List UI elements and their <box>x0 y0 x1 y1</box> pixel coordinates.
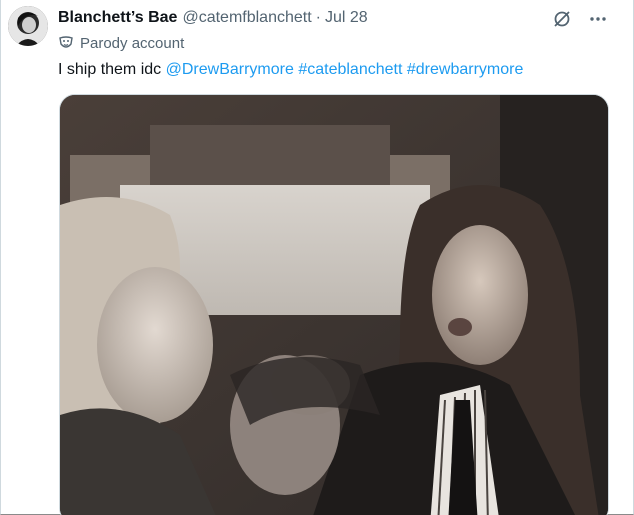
separator: · <box>315 9 321 26</box>
tweet-text: I ship them idc @DrewBarrymore #cateblan… <box>58 59 523 81</box>
user-handle[interactable]: @catemfblanchett <box>182 9 311 27</box>
hashtag-cateblanchett[interactable]: #cateblanchett <box>298 61 402 78</box>
parody-label-text: Parody account <box>80 34 185 52</box>
parody-mask-icon <box>58 35 74 51</box>
media-image <box>60 95 608 515</box>
display-name[interactable]: Blanchett’s Bae <box>58 9 177 27</box>
parody-label: Parody account <box>58 33 184 53</box>
tweet-card[interactable]: Blanchett’s Bae @catemfblanchett · Jul 2… <box>0 0 634 515</box>
more-icon <box>590 17 606 21</box>
avatar[interactable] <box>8 6 48 46</box>
grok-button[interactable] <box>549 6 575 32</box>
tweet-date[interactable]: Jul 28 <box>325 9 368 27</box>
tweet-media[interactable] <box>59 94 609 515</box>
more-button[interactable] <box>585 6 611 32</box>
tweet-text-plain: I ship them idc <box>58 61 162 78</box>
grok-icon <box>554 11 570 27</box>
header-actions <box>549 6 611 32</box>
hashtag-drewbarrymore[interactable]: #drewbarrymore <box>407 61 523 78</box>
mention-drew-barrymore[interactable]: @DrewBarrymore <box>166 61 294 78</box>
avatar-image <box>8 6 48 46</box>
tweet-header: Blanchett’s Bae @catemfblanchett · Jul 2… <box>58 7 368 29</box>
